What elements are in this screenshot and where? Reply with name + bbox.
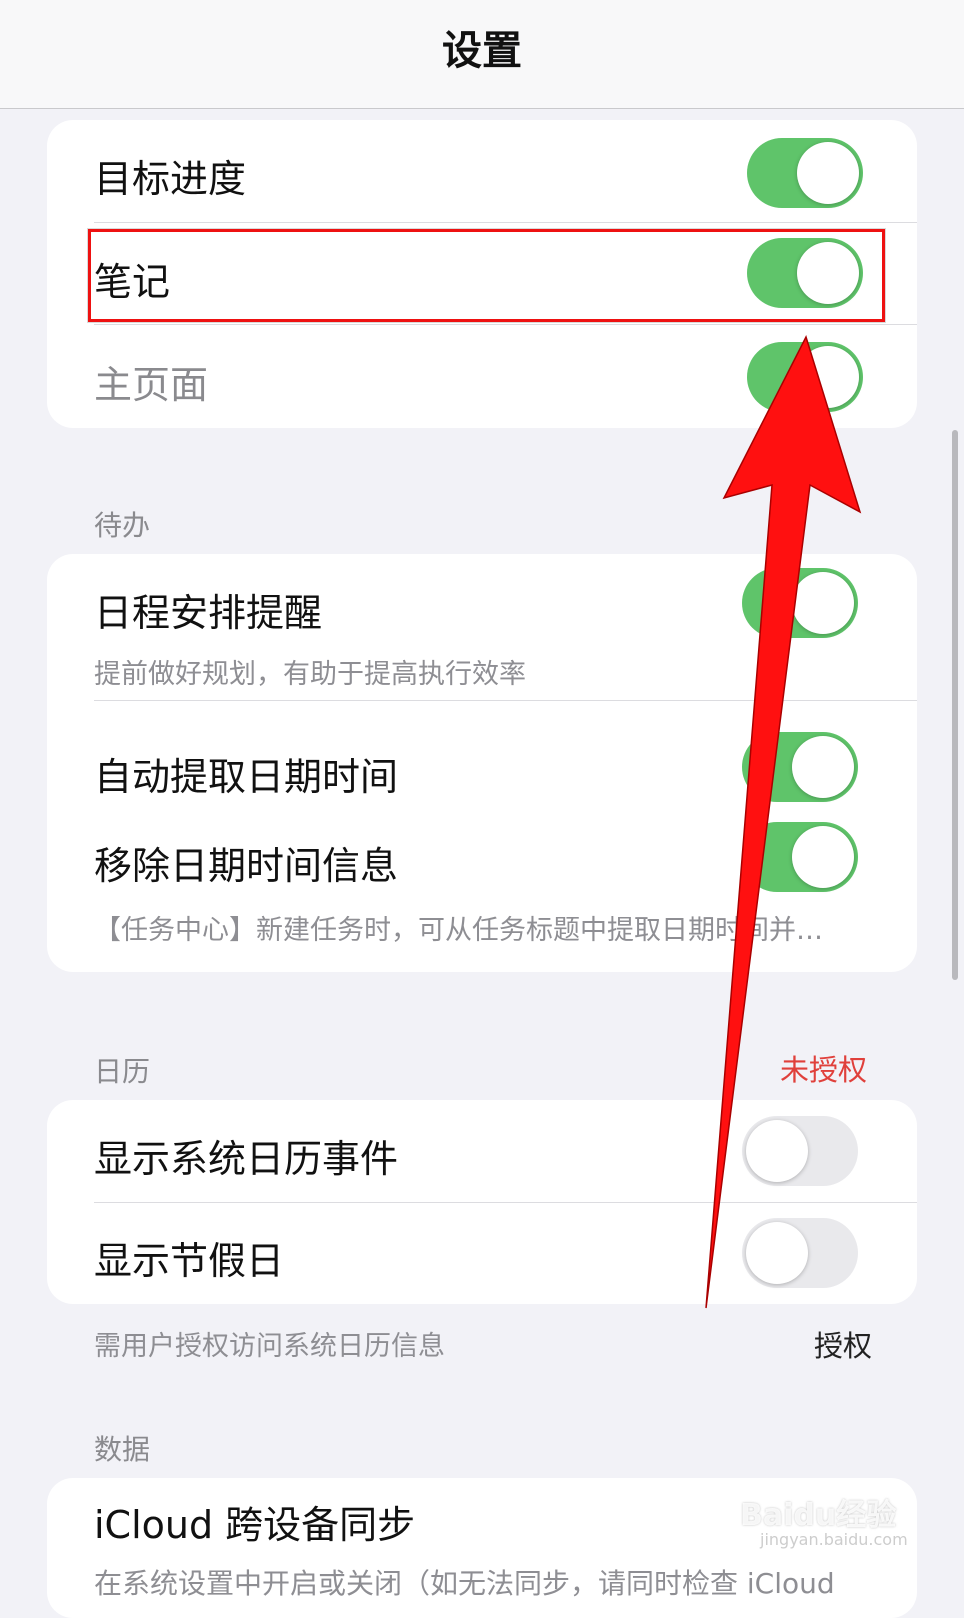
arrow-shape	[705, 335, 862, 1309]
watermark-logo: Baidu经验	[740, 1498, 897, 1533]
annotation-arrow	[705, 335, 862, 1309]
watermark-url: jingyan.baidu.com	[760, 1530, 908, 1549]
